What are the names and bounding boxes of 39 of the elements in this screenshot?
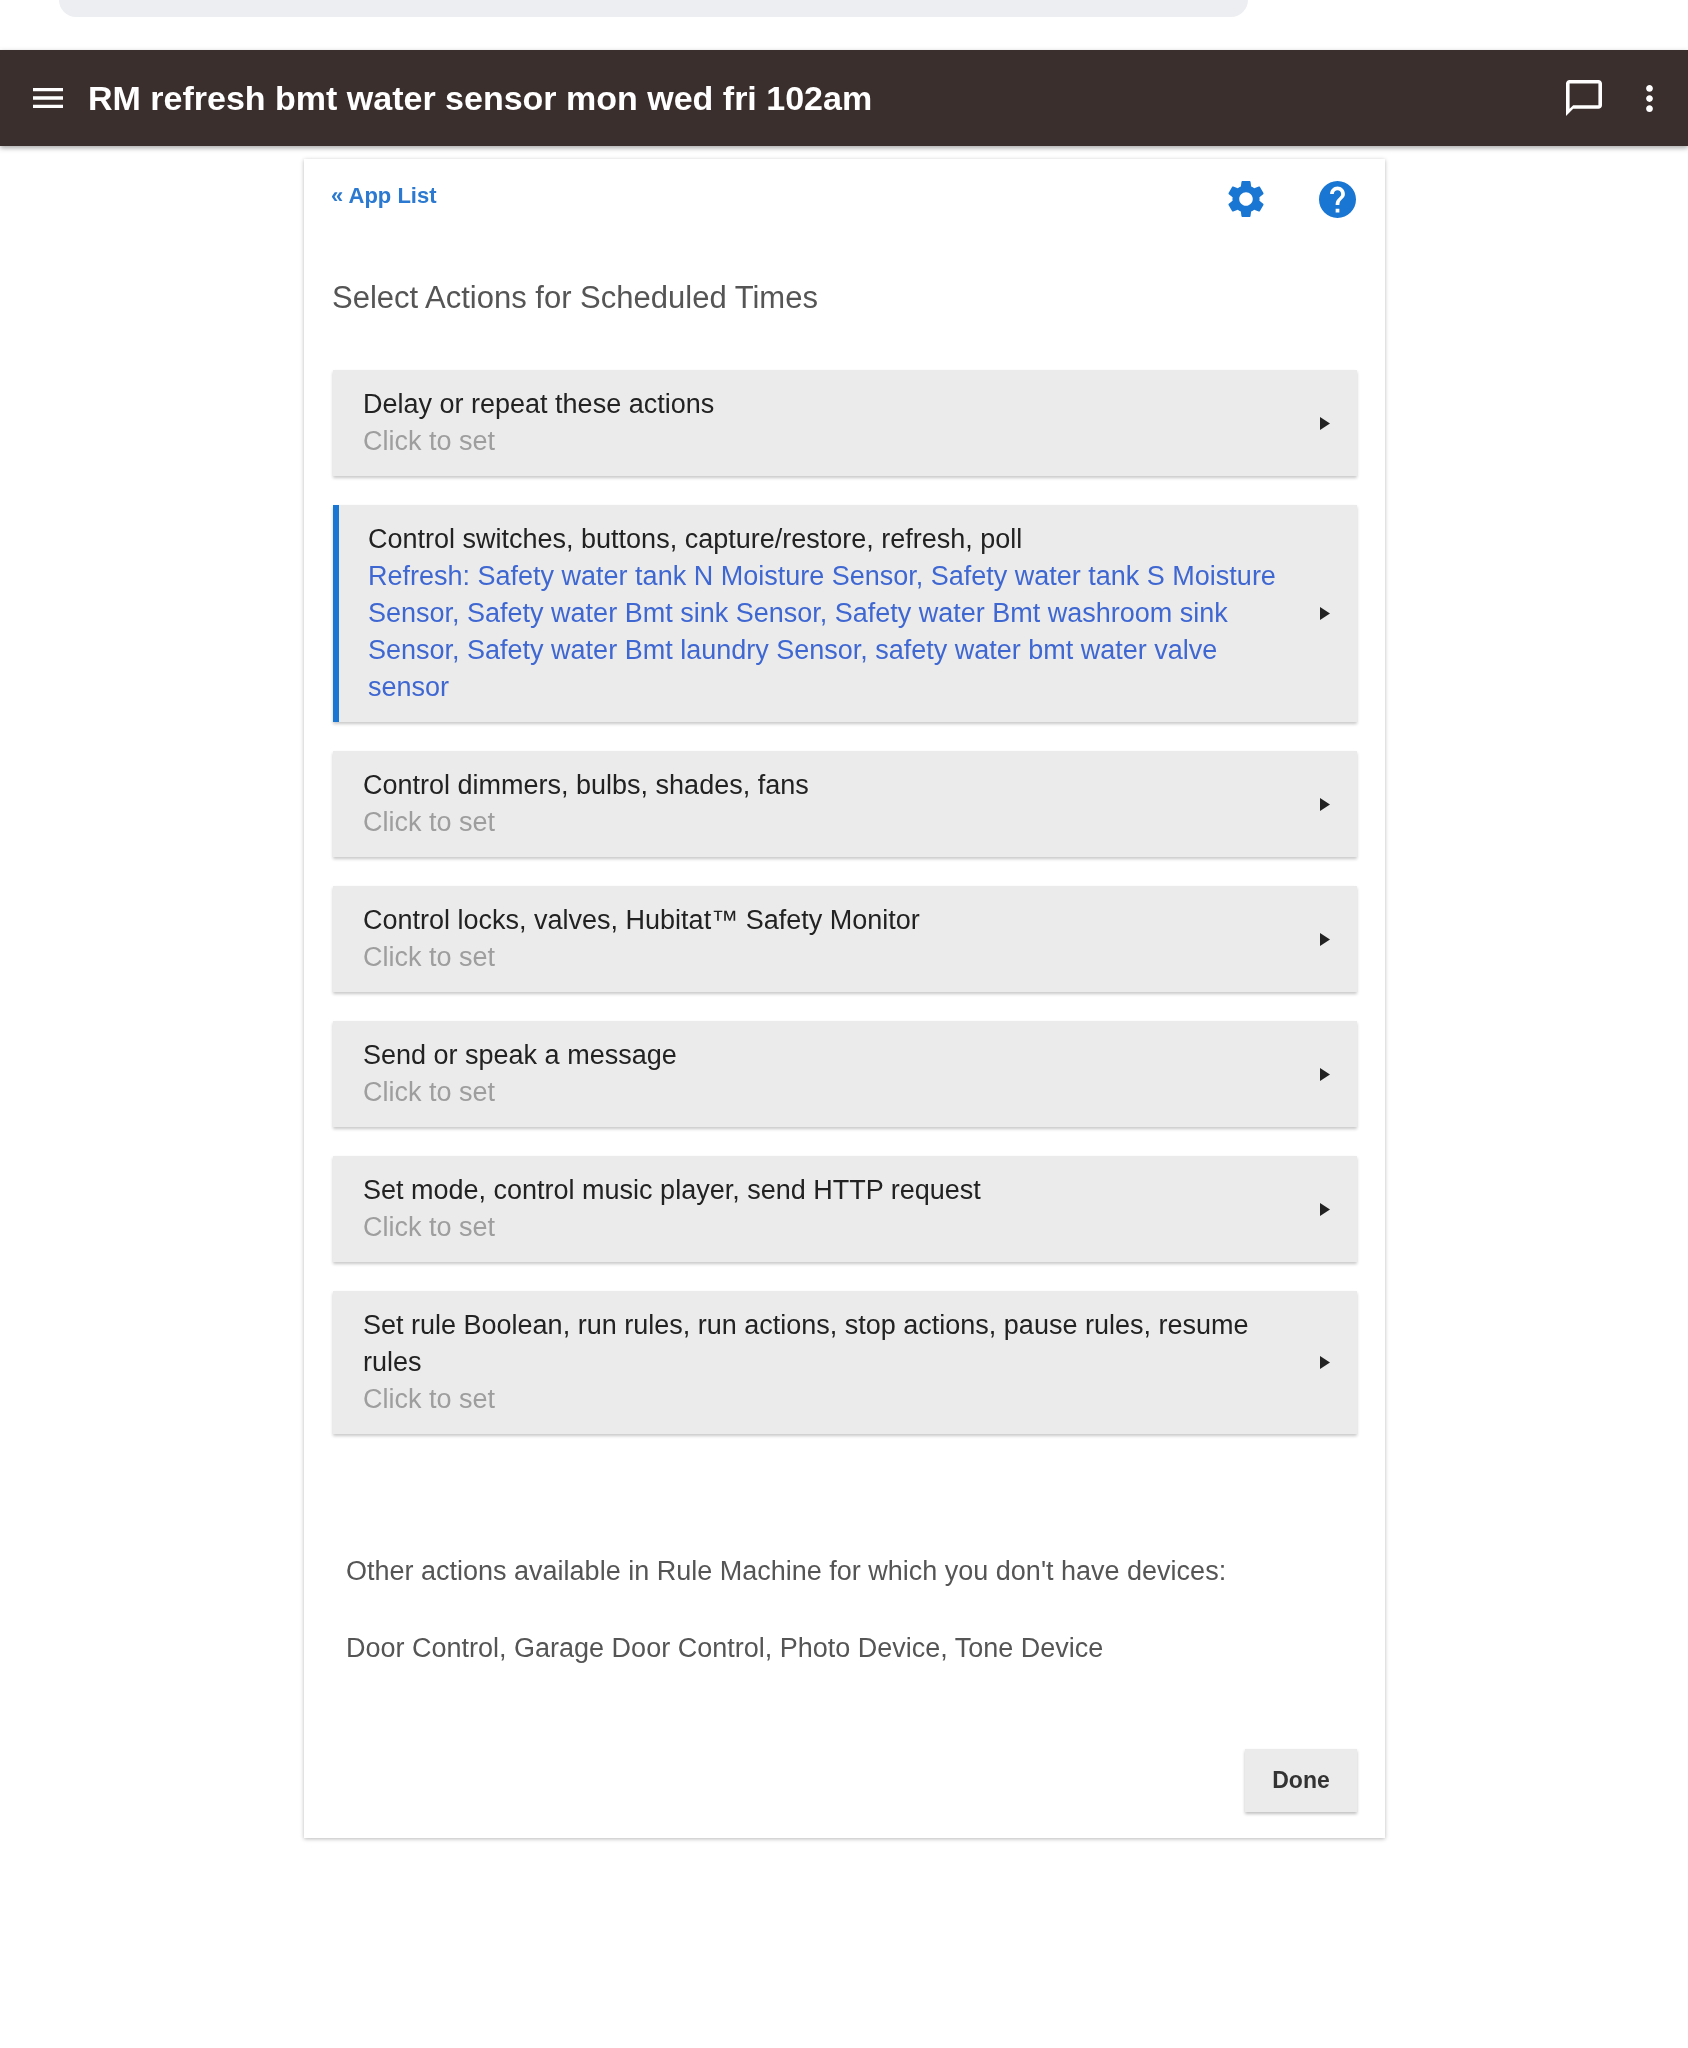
action-item[interactable]: Set rule Boolean, run rules, run actions, stop actions, pause rules, resume rules Click to set bbox=[333, 1291, 1357, 1434]
caret-right-icon bbox=[1320, 607, 1330, 620]
action-item[interactable]: Control locks, valves, Hubitat™ Safety Monitor Click to set bbox=[333, 886, 1357, 992]
caret-right-icon bbox=[1320, 932, 1330, 946]
action-title: Set mode, control music player, send HTTP request bbox=[363, 1174, 982, 1207]
action-title: Delay or repeat these actions bbox=[363, 388, 716, 421]
caret-right-icon bbox=[1320, 416, 1330, 430]
action-value: Click to set bbox=[363, 1383, 497, 1416]
chat-icon[interactable] bbox=[1566, 80, 1602, 116]
back-link[interactable]: « App List bbox=[331, 181, 1228, 211]
action-title: Control dimmers, bulbs, shades, fans bbox=[363, 769, 810, 802]
action-value: Click to set bbox=[363, 425, 497, 458]
menu-icon[interactable] bbox=[33, 88, 63, 108]
settings-icon[interactable] bbox=[1228, 180, 1264, 218]
action-item[interactable]: Delay or repeat these actions Click to set bbox=[333, 370, 1357, 476]
action-title: Set rule Boolean, run rules, run actions, stop actions, pause rules, resume rules bbox=[363, 1309, 1250, 1379]
unavailable-note: Other actions available in Rule Machine for which you don't have devices: bbox=[346, 1555, 1228, 1588]
caret-right-icon bbox=[1320, 797, 1330, 811]
action-title: Control locks, valves, Hubitat™ Safety Monitor bbox=[363, 904, 921, 937]
caret-right-icon bbox=[1320, 1202, 1330, 1216]
action-title: Send or speak a message bbox=[363, 1039, 678, 1072]
page-title: RM refresh bmt water sensor mon wed fri 102am bbox=[88, 77, 874, 119]
more-options-icon[interactable] bbox=[1646, 84, 1653, 112]
action-item[interactable]: Set mode, control music player, send HTTP request Click to set bbox=[333, 1156, 1357, 1262]
section-heading: Select Actions for Scheduled Times bbox=[332, 280, 819, 316]
action-item[interactable] bbox=[333, 505, 1357, 722]
help-icon[interactable] bbox=[1319, 181, 1356, 218]
caret-right-icon bbox=[1320, 1067, 1330, 1081]
action-title: Control switches, buttons, capture/restore, refresh, poll bbox=[368, 523, 1024, 556]
action-item[interactable]: Send or speak a message Click to set bbox=[333, 1021, 1357, 1127]
action-value: Click to set bbox=[363, 1211, 497, 1244]
action-value: Click to set bbox=[363, 941, 497, 974]
caret-right-icon bbox=[1320, 1356, 1330, 1369]
action-value: Click to set bbox=[363, 806, 497, 839]
unavailable-devices: Door Control, Garage Door Control, Photo Device, Tone Device bbox=[346, 1632, 1105, 1665]
done-button[interactable]: Done bbox=[1245, 1749, 1357, 1812]
action-item[interactable]: Control dimmers, bulbs, shades, fans Click to set bbox=[333, 751, 1357, 857]
action-value: Click to set bbox=[363, 1076, 497, 1109]
action-value: Refresh: Safety water tank N Moisture Sensor, Safety water tank S Moisture Sensor, Safety water Bmt sink Sensor, Safety water Bmt washroom sink Sensor, Safety water Bmt laundry Sensor, safety water bmt water valve sensor bbox=[368, 560, 1277, 704]
